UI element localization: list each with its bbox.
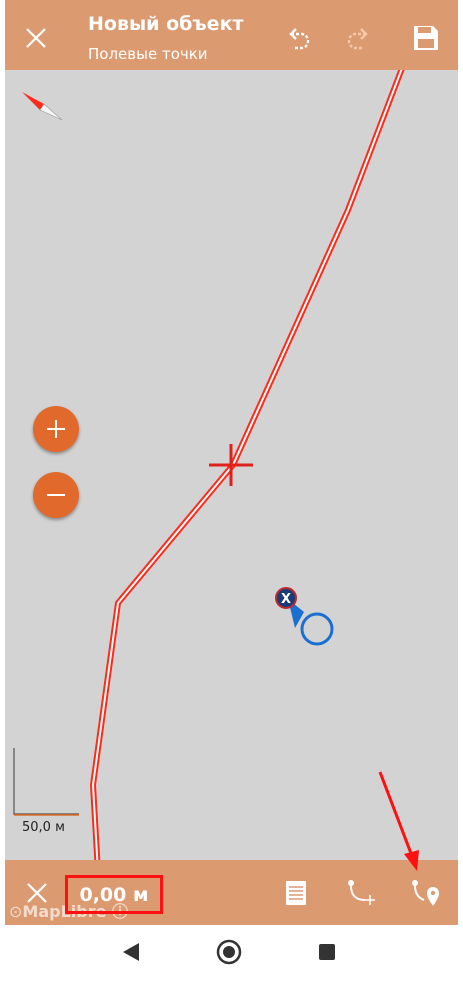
save-icon [414, 26, 438, 50]
add-point-icon [412, 880, 439, 906]
top-app-bar [5, 0, 458, 70]
location-marker-icon: X [275, 587, 334, 646]
map-pin-icon: ⊙ [9, 902, 23, 921]
add-vertex-icon [348, 880, 375, 905]
list-icon [286, 881, 306, 905]
save-button[interactable] [408, 20, 444, 56]
minus-icon [47, 494, 65, 496]
add-vertex-button[interactable] [344, 877, 378, 911]
zoom-in-button[interactable] [33, 406, 79, 452]
distance-display: 0,00 м [65, 875, 163, 914]
scale-label: 50,0 м [22, 820, 65, 835]
page-subtitle: Полевые точки [88, 45, 208, 63]
add-point-button[interactable] [408, 877, 442, 911]
page-title: Новый объект [88, 13, 244, 35]
crosshair-icon [209, 444, 253, 486]
redo-icon [347, 28, 368, 50]
plus-icon [47, 420, 65, 438]
undo-button[interactable] [279, 20, 315, 56]
annotation-arrow [378, 771, 419, 871]
list-button[interactable] [282, 877, 310, 909]
recents-square-icon[interactable] [318, 943, 336, 961]
compass-icon[interactable] [18, 88, 64, 126]
back-triangle-icon[interactable] [122, 942, 140, 962]
undo-icon [289, 28, 310, 50]
redo-button[interactable] [342, 20, 378, 56]
svg-text:X: X [281, 592, 291, 607]
close-button[interactable] [18, 20, 54, 56]
zoom-out-button[interactable] [33, 472, 79, 518]
close-icon [26, 28, 46, 48]
scale-bar [13, 748, 79, 816]
home-circle-icon[interactable] [216, 939, 242, 965]
